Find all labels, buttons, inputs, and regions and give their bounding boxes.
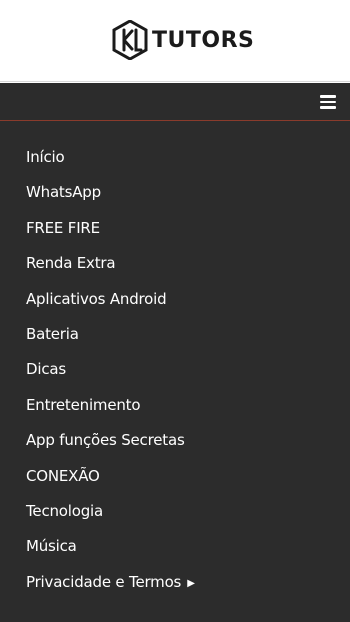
site-logo[interactable]: TUTORS	[112, 18, 254, 62]
nav-item-privacidade-e-termos[interactable]: Privacidade e Termos ▶	[0, 565, 350, 600]
nav-item-free-fire[interactable]: FREE FIRE	[0, 211, 350, 246]
site-header: TUTORS	[0, 0, 350, 82]
nav-menu: Início WhatsApp FREE FIRE Renda Extra Ap…	[0, 140, 350, 600]
mobile-menu-panel: Início WhatsApp FREE FIRE Renda Extra Ap…	[0, 83, 350, 622]
nav-item-bateria[interactable]: Bateria	[0, 317, 350, 352]
kl-monogram-logo-icon	[112, 20, 148, 60]
caret-right-icon[interactable]: ▶	[187, 566, 195, 601]
nav-item-inicio[interactable]: Início	[0, 140, 350, 175]
nav-item-entretenimento[interactable]: Entretenimento	[0, 388, 350, 423]
nav-item-aplicativos-android[interactable]: Aplicativos Android	[0, 282, 350, 317]
nav-item-dicas[interactable]: Dicas	[0, 352, 350, 387]
hamburger-icon[interactable]	[320, 95, 336, 109]
nav-item-whatsapp[interactable]: WhatsApp	[0, 175, 350, 210]
menu-bar	[0, 83, 350, 121]
nav-item-musica[interactable]: Música	[0, 529, 350, 564]
logo-text: TUTORS	[152, 27, 255, 53]
nav-item-app-funcoes-secretas[interactable]: App funções Secretas	[0, 423, 350, 458]
nav-item-conexao[interactable]: CONEXÃO	[0, 459, 350, 494]
nav-item-renda-extra[interactable]: Renda Extra	[0, 246, 350, 281]
nav-item-tecnologia[interactable]: Tecnologia	[0, 494, 350, 529]
